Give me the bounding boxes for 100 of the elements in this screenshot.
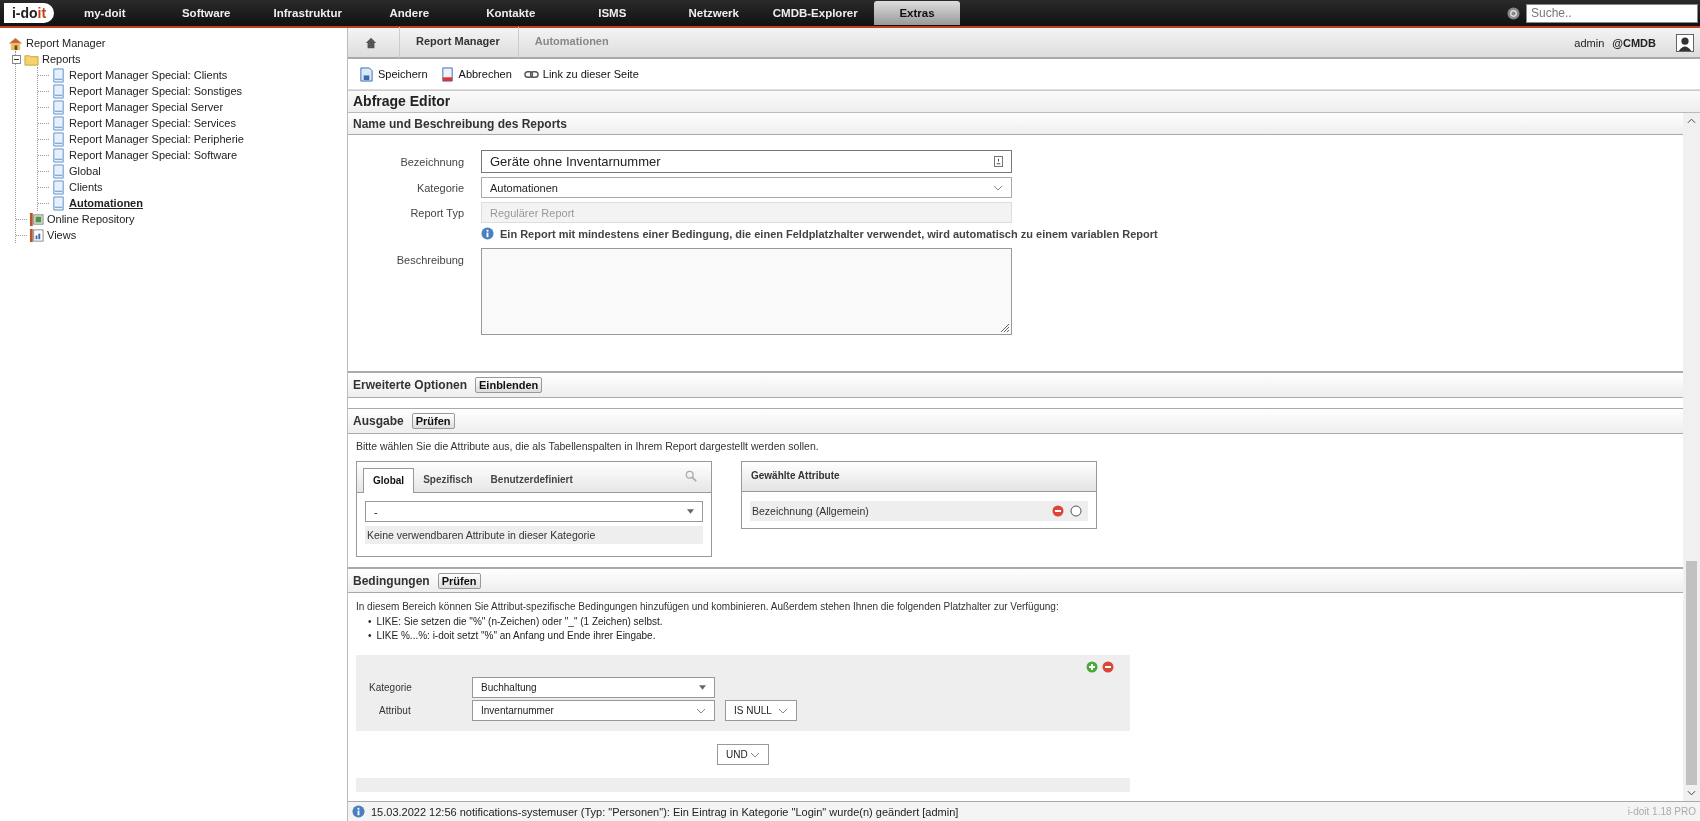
tenant-name: @CMDB [1612,36,1656,49]
document-icon [51,163,66,179]
input-field[interactable]: Geräte ohne Inventarnummer [481,150,1012,173]
tree-item[interactable]: Report Manager Special Server [69,101,224,113]
nav-tab[interactable]: Kontakte [460,1,562,25]
search-field[interactable]: Suche.. [1526,3,1698,23]
scroll-up-icon[interactable] [1687,118,1696,124]
home-icon[interactable] [365,36,377,49]
tree-item[interactable]: Report Manager Special: Services [69,117,236,129]
intro-text: In diesem Bereich können Sie Attribut-spezifische Bedingungen hinzufügen und kombinieren. Außerdem stehen Ihnen die folgenden Platzhalter zur Verfügung: [356,601,1060,612]
save-icon [359,66,374,82]
bullet-text: LIKE %...%: i-doit setzt "%" an Anfang und Ende ihrer Eingabe. [376,629,656,643]
chevron-down-icon [696,707,706,714]
document-icon [51,83,66,99]
tree-item[interactable]: Reports [42,53,81,65]
category-select[interactable]: - [365,501,703,522]
show-button[interactable]: Einblenden [475,377,543,393]
triangle-down-icon [687,509,694,514]
scrollbar[interactable] [1683,113,1700,801]
status-message: 15.03.2022 12:56 notifications-systemuser (Typ: "Personen"): Ein Eintrag in Kategorie "Login" wurde(n) geändert [admin] [371,805,959,818]
document-icon [51,67,66,83]
cancel-button[interactable]: Abbrechen [436,64,515,84]
field-label: Kategorie [415,181,464,194]
version-text: i-doit 1.18 PRO [1627,806,1696,817]
tree-item[interactable]: Online Repository [47,213,135,225]
house-icon [8,35,23,51]
info-text: Ein Report mit mindestens einer Bedingung, die einen Feldplatzhalter verwendet, wird automatisch zu einem variablen Report [500,227,1158,240]
condition-label: Kategorie [369,682,413,693]
info-icon [481,227,494,240]
resize-grip-icon[interactable] [1000,323,1010,333]
user-name[interactable]: admin [1574,36,1605,49]
triangle-down-icon [699,685,706,690]
bullet-text: LIKE: Sie setzen die "%" (n-Zeichen) oder "_" (1 Zeichen) selbst. [376,615,663,629]
empty-message: Keine verwendbaren Attribute in dieser Kategorie [365,526,703,544]
bullet-marker: • [368,629,372,643]
tree-item[interactable]: Global [69,165,101,177]
remove-icon[interactable] [1052,505,1064,517]
breadcrumb-link[interactable]: Report Manager [399,27,518,58]
section-title: Bedingungen [353,573,430,588]
tree-item[interactable]: Report Manager Special: Clients [69,69,228,81]
field-label: Bezeichnung [399,155,464,168]
tree-item[interactable]: Clients [69,181,103,193]
nav-tab[interactable]: ISMS [561,1,663,25]
radio-button[interactable] [1070,505,1082,517]
document-icon [51,179,66,195]
scroll-down-icon[interactable] [1687,790,1696,796]
condition-select[interactable]: Inventarnummer [472,700,715,721]
document-icon [51,147,66,163]
scrollbar-thumb[interactable] [1686,561,1697,785]
panel-title: Gewählte Attribute [742,462,1096,492]
tab[interactable]: Spezifisch [414,468,482,492]
check-button[interactable]: Prüfen [411,413,455,429]
condition-select[interactable]: Buchhaltung [472,677,715,698]
logo[interactable]: i-doit [4,3,54,23]
tree-item[interactable]: Report Manager Special: Software [69,149,238,161]
search-icon[interactable] [685,470,697,482]
chevron-down-icon [750,751,760,758]
add-icon[interactable] [1086,661,1098,673]
nav-tab[interactable]: Netzwerk [663,1,765,25]
field-label: Report Typ [409,206,464,219]
nav-tab[interactable]: CMDB-Explorer [764,1,866,25]
input-field: Regulärer Report [481,202,1012,223]
info-icon [352,805,365,818]
document-icon [439,66,455,82]
chevron-down-icon [778,707,788,714]
document-icon [51,99,66,115]
nav-tab[interactable]: Software [155,1,257,25]
nav-tab[interactable]: my-doit [54,1,156,25]
nav-tab[interactable]: Extras [874,1,960,25]
document-icon [51,195,66,211]
help-icon[interactable] [1507,6,1520,20]
monitor-icon [29,211,44,227]
connector-select[interactable]: UND [717,744,769,765]
tree-item[interactable]: Report Manager [26,37,106,49]
tree-item[interactable]: Report Manager Special: Peripherie [69,133,244,145]
tab[interactable]: Benutzerdefiniert [481,468,582,492]
tree-item[interactable]: Automationen [69,197,143,209]
document-icon [51,115,66,131]
remove-icon[interactable] [1102,661,1114,673]
nav-tab[interactable]: Andere [358,1,460,25]
save-button[interactable]: Speichern [356,64,431,84]
field-badge-icon [994,156,1003,167]
tab[interactable]: Global [363,468,415,493]
hint-text: Bitte wählen Sie die Attribute aus, die als Tabellenspalten in Ihrem Report dargestellt werden sollen. [356,440,820,452]
editor-title: Abfrage Editor [348,90,1700,113]
tree-item[interactable]: Views [47,229,77,241]
collapse-toggle-icon[interactable] [12,54,21,64]
section-title: Erweiterte Optionen [353,378,468,392]
check-button[interactable]: Prüfen [437,572,481,589]
select-field[interactable]: Automationen [481,177,1012,198]
avatar-icon[interactable] [1676,33,1694,52]
description-field[interactable] [481,248,1012,335]
nav-tab[interactable]: Infrastruktur [257,1,359,25]
field-label: Beschreibung [395,254,464,266]
operator-select[interactable]: IS NULL [725,700,797,721]
bullet-marker: • [368,615,372,629]
document-icon [51,131,66,147]
chevron-down-icon [993,184,1003,191]
tree-item[interactable]: Report Manager Special: Sonstiges [69,85,243,97]
link-button[interactable]: Link zu dieser Seite [520,64,642,84]
